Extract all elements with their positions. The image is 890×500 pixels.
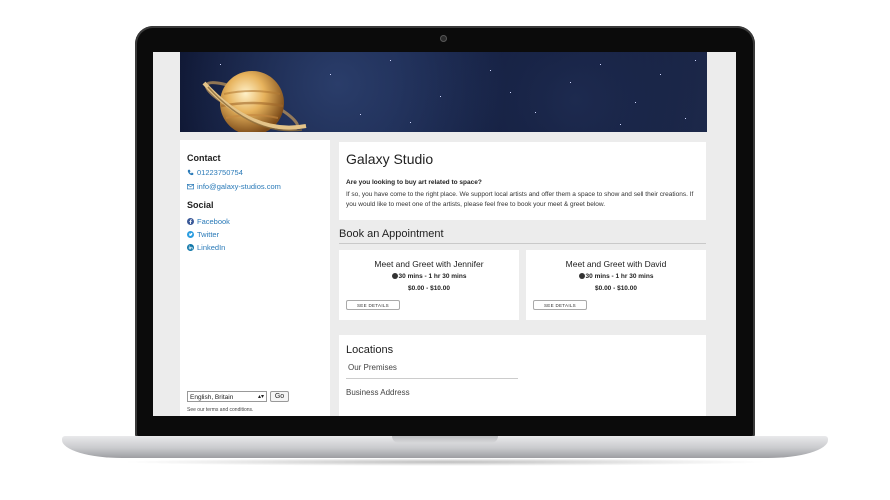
phone-icon [187,169,194,176]
facebook-link[interactable]: Facebook [187,217,230,226]
mail-icon [187,184,194,190]
booking-heading: Book an Appointment [339,228,444,240]
see-details-button[interactable]: SEE DETAILS [346,300,400,310]
locations-heading: Locations [346,344,394,356]
contact-heading: Contact [187,153,221,163]
space-banner [180,52,707,132]
laptop-notch [392,436,498,443]
laptop-shadow [120,458,770,466]
clock-icon [391,273,398,279]
service-duration: 30 mins - 1 hr 30 mins [526,273,706,280]
service-card[interactable]: Meet and Greet with David 30 mins - 1 hr… [526,250,706,320]
email-link[interactable]: info@galaxy-studios.com [187,182,281,191]
linkedin-label[interactable]: LinkedIn [197,243,225,252]
language-select[interactable]: English, Britain ▴▾ [187,391,267,402]
service-card[interactable]: Meet and Greet with Jennifer 30 mins - 1… [339,250,519,320]
premises-underline [346,378,518,379]
service-price: $0.00 - $10.00 [408,285,450,292]
duration-text: 30 mins - 1 hr 30 mins [585,273,654,280]
camera-icon [440,35,447,42]
premises-label: Our Premises [348,363,397,372]
email-address[interactable]: info@galaxy-studios.com [197,182,281,191]
linkedin-link[interactable]: LinkedIn [187,243,225,252]
twitter-label[interactable]: Twitter [197,230,219,239]
service-duration: 30 mins - 1 hr 30 mins [339,273,519,280]
service-name: Meet and Greet with David [565,259,667,269]
phone-number[interactable]: 01223750754 [197,168,243,177]
planet-logo[interactable] [202,58,312,132]
phone-link[interactable]: 01223750754 [187,168,243,177]
intro-panel: Galaxy Studio Are you looking to buy art… [339,142,706,220]
duration-text: 30 mins - 1 hr 30 mins [398,273,467,280]
booking-divider [339,243,706,244]
facebook-icon [187,218,194,225]
clock-icon [578,273,585,279]
language-value: English, Britain [190,394,234,401]
twitter-icon [187,231,194,238]
page-title: Galaxy Studio [346,151,434,167]
linkedin-icon [187,244,194,251]
select-arrow-icon: ▴▾ [257,394,264,400]
service-price: $0.00 - $10.00 [595,285,637,292]
sidebar: Contact 01223750754 info@galaxy-studios.… [180,140,330,416]
terms-text[interactable]: See our terms and conditions. [187,407,253,413]
go-button[interactable]: Go [270,391,289,402]
browser-screen: Contact 01223750754 info@galaxy-studios.… [153,52,736,416]
facebook-label[interactable]: Facebook [197,217,230,226]
intro-body: If so, you have come to the right place.… [346,191,694,208]
twitter-link[interactable]: Twitter [187,230,219,239]
locations-panel: Locations Our Premises Business Address [339,335,706,416]
business-address-label: Business Address [346,388,410,397]
service-name: Meet and Greet with Jennifer [374,259,484,269]
social-heading: Social [187,200,214,210]
intro-question: Are you looking to buy art related to sp… [346,179,482,186]
see-details-button[interactable]: SEE DETAILS [533,300,587,310]
